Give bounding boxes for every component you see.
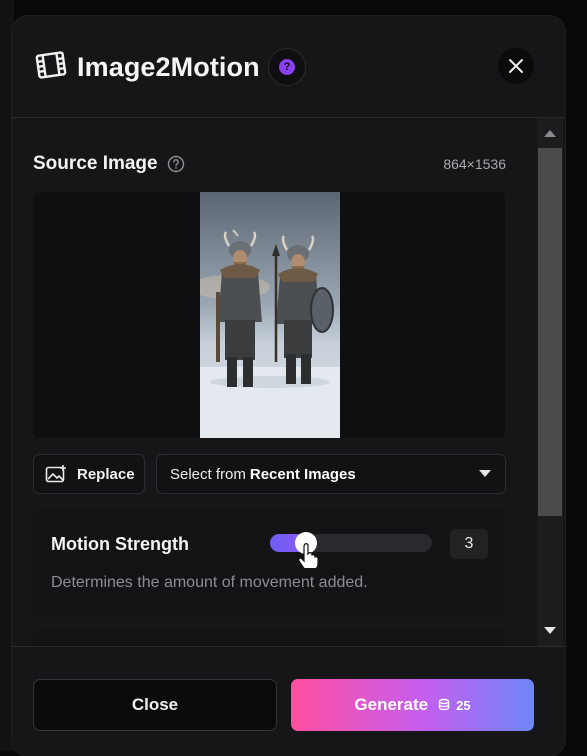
arrow-up-icon xyxy=(544,130,556,137)
chevron-down-icon xyxy=(479,470,491,477)
motion-strength-card: Motion Strength 3 Determines the amount … xyxy=(33,510,505,615)
recent-label: Recent Images xyxy=(249,465,356,483)
dialog-content: Source Image 864×1536 Replace Select fro… xyxy=(12,118,537,646)
generate-button[interactable]: Generate 25 xyxy=(291,679,534,731)
image2motion-dialog: Image2Motion ? Source Image 864×1536 Rep… xyxy=(12,16,565,756)
next-section-card xyxy=(33,630,505,646)
generate-label: Generate xyxy=(354,695,429,714)
credits-cost: 25 xyxy=(438,697,471,713)
help-button[interactable]: ? xyxy=(268,48,306,86)
motion-strength-label: Motion Strength xyxy=(51,534,189,554)
source-image-title: Source Image xyxy=(33,153,158,174)
dialog-title: Image2Motion xyxy=(77,52,260,82)
scrollbar[interactable] xyxy=(537,118,563,646)
replace-label: Replace xyxy=(77,465,135,483)
dialog-header: Image2Motion ? xyxy=(12,16,565,118)
image-plus-icon xyxy=(45,465,66,483)
credits-value: 25 xyxy=(456,697,471,713)
source-image xyxy=(200,192,340,438)
motion-strength-value[interactable]: 3 xyxy=(450,529,488,559)
scroll-down-button[interactable] xyxy=(537,616,563,646)
scroll-up-button[interactable] xyxy=(537,118,563,148)
replace-button[interactable]: Replace xyxy=(33,454,145,494)
motion-strength-description: Determines the amount of movement added. xyxy=(51,574,368,591)
coins-icon xyxy=(438,698,450,711)
motion-strength-slider[interactable] xyxy=(270,532,432,554)
recent-images-dropdown[interactable]: Select from Recent Images xyxy=(156,454,506,494)
info-question-icon[interactable] xyxy=(167,155,185,173)
image-dimensions: 864×1536 xyxy=(443,156,506,172)
close-icon xyxy=(509,59,523,73)
film-icon xyxy=(35,51,67,79)
dialog-footer: Close Generate 25 xyxy=(12,646,565,756)
recent-prefix: Select from xyxy=(170,465,246,483)
arrow-down-icon xyxy=(544,627,556,634)
dialog-close-button[interactable] xyxy=(498,48,534,84)
scroll-thumb[interactable] xyxy=(538,148,562,516)
hand-pointer-icon xyxy=(298,543,319,568)
source-image-preview xyxy=(33,192,505,438)
close-button[interactable]: Close xyxy=(33,679,277,731)
question-icon: ? xyxy=(279,59,295,75)
